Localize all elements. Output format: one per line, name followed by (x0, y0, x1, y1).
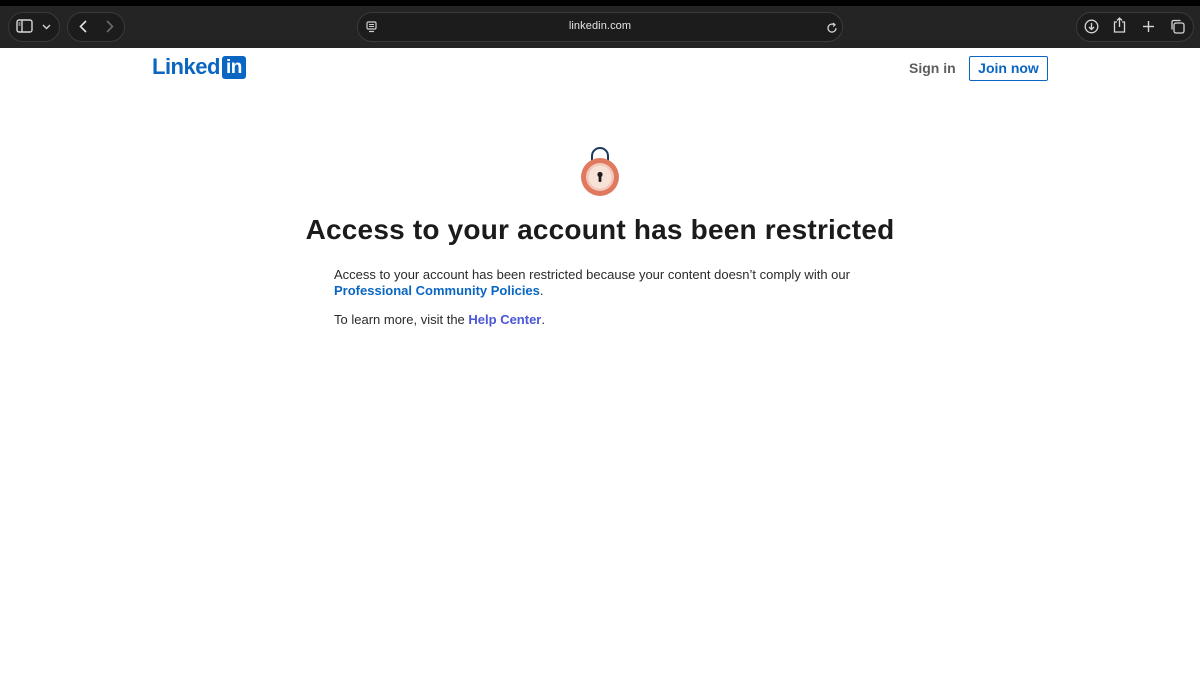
sign-in-button[interactable]: Sign in (900, 56, 965, 81)
help-text: To learn more, visit the (334, 312, 465, 327)
forward-icon[interactable] (101, 17, 119, 35)
restriction-message: Access to your account has been restrict… (334, 267, 874, 299)
page-title: Access to your account has been restrict… (305, 214, 895, 245)
download-icon[interactable] (1082, 17, 1100, 35)
lock-icon (579, 146, 621, 198)
new-tab-icon[interactable] (1139, 17, 1157, 35)
linkedin-logo[interactable]: Linked in (152, 55, 246, 79)
period-2: . (541, 312, 545, 327)
logo-text: Linked (152, 54, 220, 79)
reload-icon[interactable] (824, 20, 840, 36)
period-1: . (539, 283, 544, 298)
sidebar-icon[interactable] (14, 16, 34, 36)
logo-box: in (221, 55, 246, 79)
share-icon[interactable] (1110, 16, 1128, 34)
chevron-down-icon[interactable] (39, 20, 53, 34)
help-center-link[interactable]: Help Center (468, 312, 541, 327)
restriction-text: Access to your account has been restrict… (334, 267, 850, 282)
join-now-button[interactable]: Join now (969, 56, 1048, 81)
help-message: To learn more, visit the Help Center. (334, 312, 874, 328)
back-icon[interactable] (74, 17, 92, 35)
url-text: linkedin.com (568, 20, 632, 32)
professional-community-policies-link[interactable]: Professional Community Policies (334, 283, 540, 298)
browser-toolbar: linkedin.com (0, 0, 1200, 48)
address-bar[interactable]: linkedin.com (357, 12, 843, 42)
tabs-overview-icon[interactable] (1168, 17, 1186, 35)
